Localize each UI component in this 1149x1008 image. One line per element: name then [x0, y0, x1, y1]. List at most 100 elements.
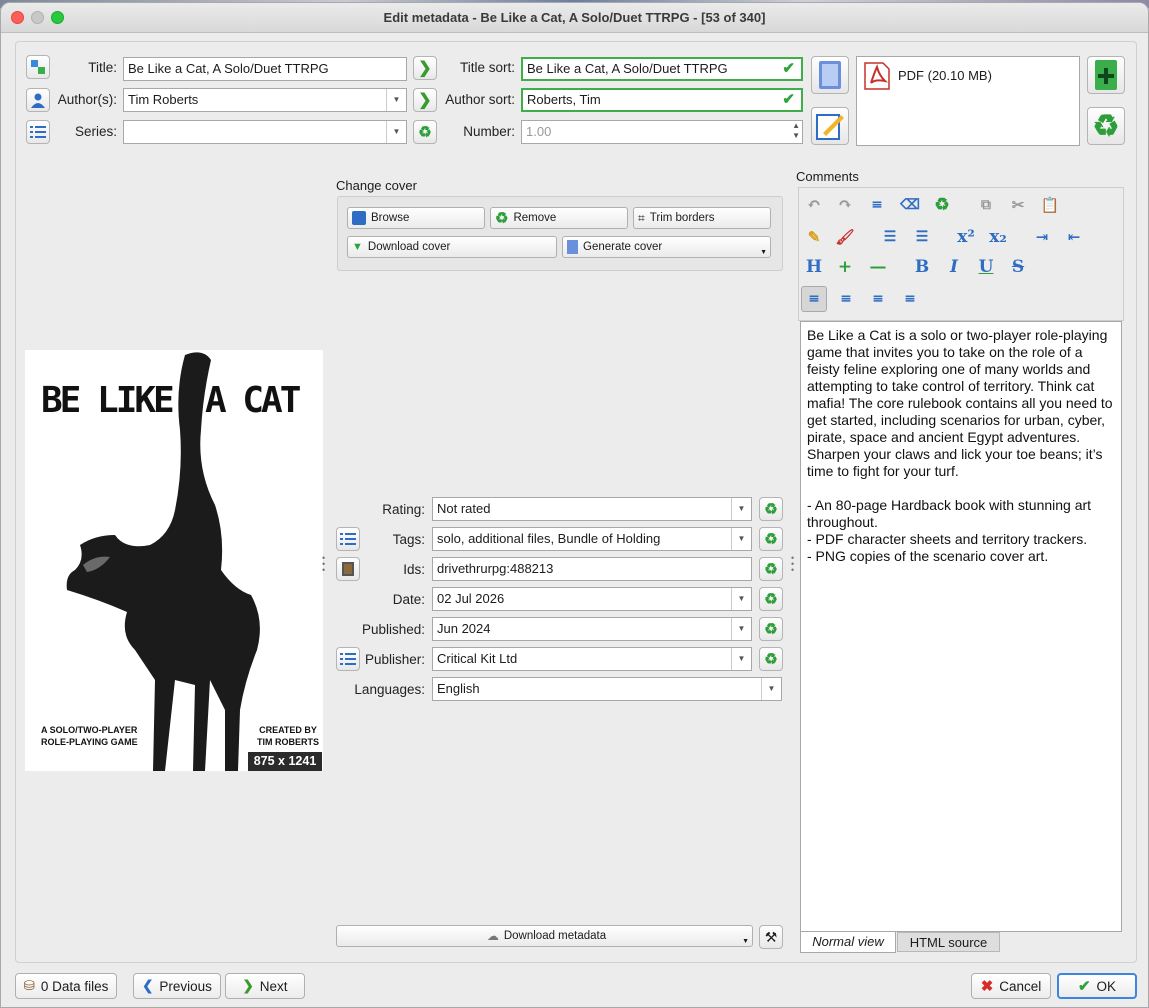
clear-publisher-button[interactable]: ♻	[759, 647, 783, 671]
add-book-icon	[1095, 60, 1117, 90]
published-text: Jun 2024	[437, 621, 491, 636]
set-cover-from-format-button[interactable]	[811, 56, 849, 94]
cancel-button[interactable]: ✖ Cancel	[971, 973, 1051, 999]
remove-cover-button[interactable]: ♻ Remove	[490, 207, 628, 229]
rating-combo[interactable]: Not rated ▼	[432, 497, 752, 521]
title-input[interactable]: Be Like a Cat, A Solo/Duet TTRPG	[123, 57, 407, 81]
ok-button[interactable]: ✔ OK	[1057, 973, 1137, 999]
rating-text: Not rated	[437, 501, 491, 516]
horizontal-rule-icon[interactable]: —	[865, 254, 891, 280]
clear-series-button[interactable]: ♻	[413, 120, 437, 144]
remove-format-button[interactable]: ♻	[1087, 107, 1125, 145]
foreground-color-icon[interactable]: 🖌	[832, 224, 858, 250]
heading-icon[interactable]: H	[801, 254, 827, 280]
close-window-button[interactable]	[11, 11, 24, 24]
authors-combo[interactable]: Tim Roberts ▼	[123, 88, 407, 112]
chevron-down-icon[interactable]: ▼	[731, 618, 751, 640]
clear-tags-button[interactable]: ♻	[759, 527, 783, 551]
copy-icon[interactable]: ⧉	[973, 192, 999, 218]
ids-input[interactable]: drivethrurpg:488213	[432, 557, 752, 581]
formats-list[interactable]: PDF (20.10 MB)	[856, 56, 1080, 146]
chevron-down-icon[interactable]: ▼	[731, 528, 751, 550]
copy-title-sort-button[interactable]: ❯	[413, 56, 437, 80]
unordered-list-icon[interactable]: ☰	[909, 224, 935, 250]
cover-art-title-right: A CAT	[205, 380, 301, 421]
ordered-list-icon[interactable]: ☰	[877, 224, 903, 250]
browse-cover-label: Browse	[371, 212, 410, 224]
publisher-combo[interactable]: Critical Kit Ltd ▼	[432, 647, 752, 671]
chevron-down-icon[interactable]: ▼	[731, 648, 751, 670]
data-files-label: 0 Data files	[40, 978, 109, 994]
subscript-icon[interactable]: x₂	[985, 224, 1011, 250]
paste-icon[interactable]: 📋	[1037, 192, 1063, 218]
chevron-down-icon[interactable]: ▼	[731, 588, 751, 610]
align-justify-icon[interactable]: ≡	[897, 286, 923, 312]
browse-cover-button[interactable]: Browse	[347, 207, 485, 229]
published-edit[interactable]: Jun 2024 ▼	[432, 617, 752, 641]
clear-published-button[interactable]: ♻	[759, 617, 783, 641]
chevron-down-icon[interactable]: ▼	[761, 678, 781, 700]
generate-cover-button[interactable]: Generate cover ▼	[562, 236, 771, 258]
undo-icon[interactable]: ↶	[801, 192, 827, 218]
cover-art-subtitle-line-2: ROLE-PLAYING GAME	[41, 737, 138, 747]
date-edit[interactable]: 02 Jul 2026 ▼	[432, 587, 752, 611]
data-files-icon: ⛁	[23, 978, 35, 993]
underline-icon[interactable]: U	[973, 254, 999, 280]
download-metadata-button[interactable]: ☁ Download metadata ▼	[336, 925, 753, 947]
recycle-icon: ♻	[764, 591, 778, 608]
eraser-icon[interactable]: ⌫	[897, 192, 923, 218]
recycle-icon[interactable]: ♻	[929, 192, 955, 218]
languages-combo[interactable]: English ▼	[432, 677, 782, 701]
indent-icon[interactable]: ⇥	[1029, 224, 1055, 250]
title-sort-input[interactable]: Be Like a Cat, A Solo/Duet TTRPG ✔	[521, 57, 803, 81]
minimize-window-button[interactable]	[31, 11, 44, 24]
align-right-icon[interactable]: ≡	[865, 286, 891, 312]
align-center-icon[interactable]: ≡	[833, 286, 859, 312]
swap-title-author-button[interactable]	[26, 55, 50, 79]
recycle-icon: ♻	[764, 561, 778, 578]
format-item-pdf[interactable]: PDF (20.10 MB)	[898, 68, 992, 83]
align-left-icon[interactable]: ≡	[801, 286, 827, 312]
tags-combo[interactable]: solo, additional files, Bundle of Holdin…	[432, 527, 752, 551]
superscript-icon[interactable]: x²	[953, 224, 979, 250]
authors-text: Tim Roberts	[128, 92, 199, 107]
comments-editor[interactable]: Be Like a Cat is a solo or two-player ro…	[800, 321, 1122, 932]
trim-borders-button[interactable]: ⌗ Trim borders	[633, 207, 771, 229]
configure-download-button[interactable]: ⚒	[759, 925, 783, 949]
download-cover-button[interactable]: ▼ Download cover	[347, 236, 557, 258]
cut-icon[interactable]: ✂	[1005, 192, 1031, 218]
select-all-icon[interactable]: ≡	[864, 192, 890, 218]
splitter-handle-right[interactable]: • • •	[791, 554, 794, 575]
user-icon	[31, 93, 45, 108]
splitter-handle-left[interactable]: • • •	[322, 554, 325, 575]
outdent-icon[interactable]: ⇤	[1061, 224, 1087, 250]
zoom-window-button[interactable]	[51, 11, 64, 24]
book-cover-icon	[819, 61, 841, 89]
bold-icon[interactable]: B	[909, 254, 935, 280]
chevron-down-icon[interactable]: ▼	[386, 121, 406, 143]
insert-link-icon[interactable]: +	[832, 254, 858, 280]
clear-ids-button[interactable]: ♻	[759, 557, 783, 581]
clear-date-button[interactable]: ♻	[759, 587, 783, 611]
italic-icon[interactable]: I	[941, 254, 967, 280]
edit-book-button[interactable]	[811, 107, 849, 145]
chevron-down-icon[interactable]: ▼	[386, 89, 406, 111]
tab-normal-view[interactable]: Normal view	[800, 932, 896, 953]
series-combo[interactable]: ▼	[123, 120, 407, 144]
manage-series-button[interactable]	[26, 120, 50, 144]
chevron-down-icon[interactable]: ▼	[731, 498, 751, 520]
add-format-button[interactable]	[1087, 56, 1125, 94]
strikethrough-icon[interactable]: S	[1005, 254, 1031, 280]
clear-rating-button[interactable]: ♻	[759, 497, 783, 521]
series-number-spinbox[interactable]: 1.00 ▲ ▼	[521, 120, 803, 144]
background-color-icon[interactable]: ✎	[801, 224, 827, 250]
cover-dimensions-badge: 875 x 1241	[248, 752, 322, 771]
redo-icon[interactable]: ↷	[832, 192, 858, 218]
spin-arrows-icon[interactable]: ▲ ▼	[792, 121, 800, 141]
author-sort-input[interactable]: Roberts, Tim ✔	[521, 88, 803, 112]
data-files-button[interactable]: ⛁ 0 Data files	[15, 973, 117, 999]
tab-html-source[interactable]: HTML source	[897, 932, 1000, 952]
series-label: Series:	[74, 124, 117, 139]
next-button[interactable]: ❯ Next	[225, 973, 305, 999]
previous-button[interactable]: ❮ Previous	[133, 973, 221, 999]
